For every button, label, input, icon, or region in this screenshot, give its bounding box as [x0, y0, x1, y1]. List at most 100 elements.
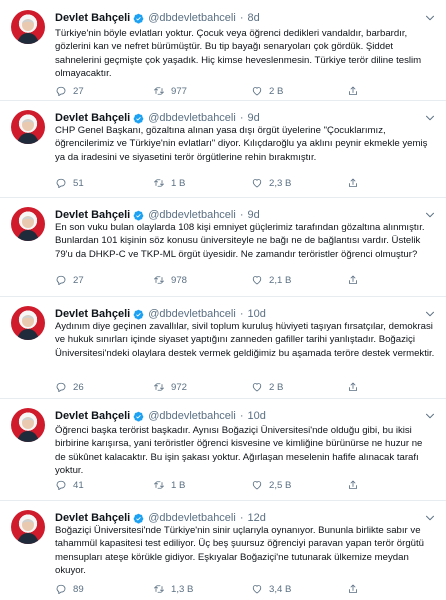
tweet-timestamp[interactable]: 10d [248, 410, 266, 422]
avatar[interactable] [11, 10, 45, 44]
retweet-button[interactable]: 1 B [153, 176, 185, 190]
heart-icon [252, 481, 262, 490]
tweet-header: Devlet Bahçeli @dbdevletbahceli · 12d [55, 511, 266, 525]
tweet-header: Devlet Bahçeli @dbdevletbahceli · 10d [55, 409, 266, 423]
tweet-actions: 89 1,3 B 3,4 B [55, 582, 435, 596]
tweet[interactable]: Devlet Bahçeli @dbdevletbahceli · 10d Ay… [0, 296, 446, 398]
retweet-count: 978 [171, 274, 188, 286]
chevron-down-icon[interactable] [424, 112, 436, 124]
reply-icon [56, 275, 66, 286]
reply-count: 27 [73, 85, 84, 97]
avatar[interactable] [11, 408, 45, 442]
reply-count: 26 [73, 381, 84, 393]
author-handle[interactable]: @dbdevletbahceli [148, 308, 236, 320]
like-button[interactable]: 2,5 B [251, 478, 291, 492]
author-handle[interactable]: @dbdevletbahceli [148, 12, 236, 24]
heart-icon [252, 585, 262, 594]
tweet-actions: 27 978 2,1 B [55, 273, 435, 287]
author-name[interactable]: Devlet Bahçeli [55, 512, 130, 524]
author-name[interactable]: Devlet Bahçeli [55, 410, 130, 422]
avatar[interactable] [11, 306, 45, 340]
share-button[interactable] [347, 273, 359, 287]
retweet-icon [154, 383, 164, 391]
author-handle[interactable]: @dbdevletbahceli [148, 410, 236, 422]
verified-badge-icon [133, 210, 144, 221]
author-name[interactable]: Devlet Bahçeli [55, 308, 130, 320]
retweet-icon [154, 481, 164, 489]
avatar[interactable] [11, 207, 45, 241]
tweet-timestamp[interactable]: 10d [248, 308, 266, 320]
retweet-button[interactable]: 1,3 B [153, 582, 193, 596]
author-handle[interactable]: @dbdevletbahceli [148, 209, 236, 221]
share-button[interactable] [347, 380, 359, 394]
chevron-down-icon[interactable] [424, 410, 436, 422]
verified-badge-icon [133, 13, 144, 24]
share-button[interactable] [347, 176, 359, 190]
author-name[interactable]: Devlet Bahçeli [55, 209, 130, 221]
share-button[interactable] [347, 582, 359, 596]
separator-dot: · [239, 410, 244, 422]
verified-badge-icon [133, 309, 144, 320]
reply-button[interactable]: 51 [55, 176, 84, 190]
like-count: 2,3 B [269, 177, 292, 189]
tweet[interactable]: Devlet Bahçeli @dbdevletbahceli · 12d Bo… [0, 500, 446, 600]
separator-dot: · [239, 12, 244, 24]
tweet[interactable]: Devlet Bahçeli @dbdevletbahceli · 8d Tür… [0, 0, 446, 100]
tweet[interactable]: Devlet Bahçeli @dbdevletbahceli · 9d CHP… [0, 100, 446, 197]
heart-icon [252, 179, 262, 188]
tweet-text: Boğaziçi Üniversitesi'nde Türkiye'nin si… [55, 525, 425, 577]
author-handle[interactable]: @dbdevletbahceli [148, 512, 236, 524]
chevron-down-icon[interactable] [424, 12, 436, 24]
reply-button[interactable]: 41 [55, 478, 84, 492]
chevron-down-icon[interactable] [424, 512, 436, 524]
avatar[interactable] [11, 110, 45, 144]
share-icon [349, 382, 357, 391]
tweet[interactable]: Devlet Bahçeli @dbdevletbahceli · 10d Öğ… [0, 398, 446, 500]
reply-button[interactable]: 27 [55, 273, 84, 287]
reply-icon [56, 178, 66, 189]
retweet-count: 972 [171, 381, 188, 393]
tweet-divider [0, 296, 446, 297]
author-name[interactable]: Devlet Bahçeli [55, 112, 130, 124]
author-name[interactable]: Devlet Bahçeli [55, 12, 130, 24]
chevron-down-icon[interactable] [424, 308, 436, 320]
chevron-down-icon[interactable] [424, 209, 436, 221]
verified-badge-icon [133, 113, 144, 124]
tweet-timestamp[interactable]: 9d [248, 112, 260, 124]
reply-button[interactable]: 26 [55, 380, 84, 394]
tweet-text: En son vuku bulan olaylarda 108 kişi emn… [55, 222, 425, 260]
retweet-count: 1 B [171, 177, 186, 189]
share-button[interactable] [347, 478, 359, 492]
heart-icon [252, 383, 262, 392]
retweet-button[interactable]: 1 B [153, 478, 185, 492]
share-icon [349, 480, 357, 489]
reply-count: 51 [73, 177, 84, 189]
tweet-timestamp[interactable]: 12d [248, 512, 266, 524]
share-button[interactable] [347, 84, 359, 98]
tweet-divider [0, 100, 446, 101]
heart-icon [252, 276, 262, 285]
tweet-timestamp[interactable]: 8d [248, 12, 260, 24]
retweet-button[interactable]: 978 [153, 273, 187, 287]
heart-icon [252, 87, 262, 96]
reply-icon [56, 480, 66, 491]
tweet-timestamp[interactable]: 9d [248, 209, 260, 221]
reply-button[interactable]: 89 [55, 582, 84, 596]
like-button[interactable]: 3,4 B [251, 582, 291, 596]
tweet-header: Devlet Bahçeli @dbdevletbahceli · 10d [55, 307, 266, 321]
retweet-button[interactable]: 972 [153, 380, 187, 394]
like-button[interactable]: 2,1 B [251, 273, 291, 287]
reply-button[interactable]: 27 [55, 84, 84, 98]
tweet[interactable]: Devlet Bahçeli @dbdevletbahceli · 9d En … [0, 197, 446, 296]
avatar[interactable] [11, 510, 45, 544]
like-button[interactable]: 2 B [251, 84, 283, 98]
like-button[interactable]: 2,3 B [251, 176, 291, 190]
tweet-divider [0, 500, 446, 501]
separator-dot: · [239, 512, 244, 524]
like-button[interactable]: 2 B [251, 380, 283, 394]
retweet-button[interactable]: 977 [153, 84, 187, 98]
author-handle[interactable]: @dbdevletbahceli [148, 112, 236, 124]
like-count: 2,5 B [269, 479, 292, 491]
avatar-portrait-icon [17, 315, 39, 340]
reply-count: 89 [73, 583, 84, 595]
